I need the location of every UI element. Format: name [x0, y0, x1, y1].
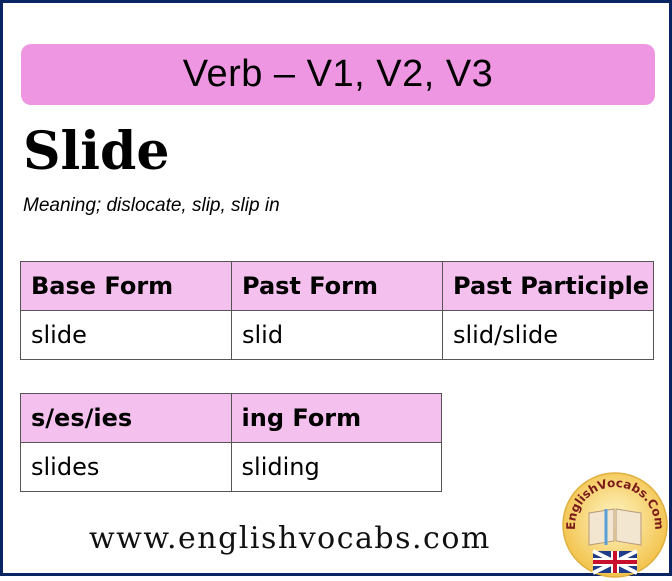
header-past-participle: Past Participle — [442, 261, 654, 311]
cell-ing-form: sliding — [230, 442, 443, 492]
table-row: slide slid slid/slide — [20, 310, 654, 360]
table-header-row: Base Form Past Form Past Participle — [20, 261, 654, 311]
verb-word: Slide — [23, 121, 170, 182]
uk-flag-icon — [592, 549, 638, 575]
header-s-es-ies: s/es/ies — [20, 393, 232, 443]
title-banner: Verb – V1, V2, V3 — [21, 44, 655, 105]
cell-past-form: slid — [231, 310, 443, 360]
header-ing-form: ing Form — [230, 393, 443, 443]
cell-base-form: slide — [20, 310, 232, 360]
header-base-form: Base Form — [20, 261, 232, 311]
verb-forms-table: Base Form Past Form Past Participle slid… — [20, 261, 654, 360]
banner-title: Verb – V1, V2, V3 — [182, 53, 494, 95]
page-frame: Verb – V1, V2, V3 Slide Meaning; disloca… — [0, 0, 672, 578]
cell-past-participle: slid/slide — [442, 310, 654, 360]
website-url: www.englishvocabs.com — [89, 521, 491, 556]
englishvocabs-logo: EnglishVocabs.Com — [562, 472, 668, 578]
table-row: slides sliding — [20, 442, 443, 492]
verb-meaning: Meaning; dislocate, slip, slip in — [23, 195, 280, 216]
cell-s-es-ies: slides — [20, 442, 232, 492]
table-header-row: s/es/ies ing Form — [20, 393, 443, 443]
extra-forms-table: s/es/ies ing Form slides sliding — [20, 393, 443, 492]
header-past-form: Past Form — [231, 261, 443, 311]
